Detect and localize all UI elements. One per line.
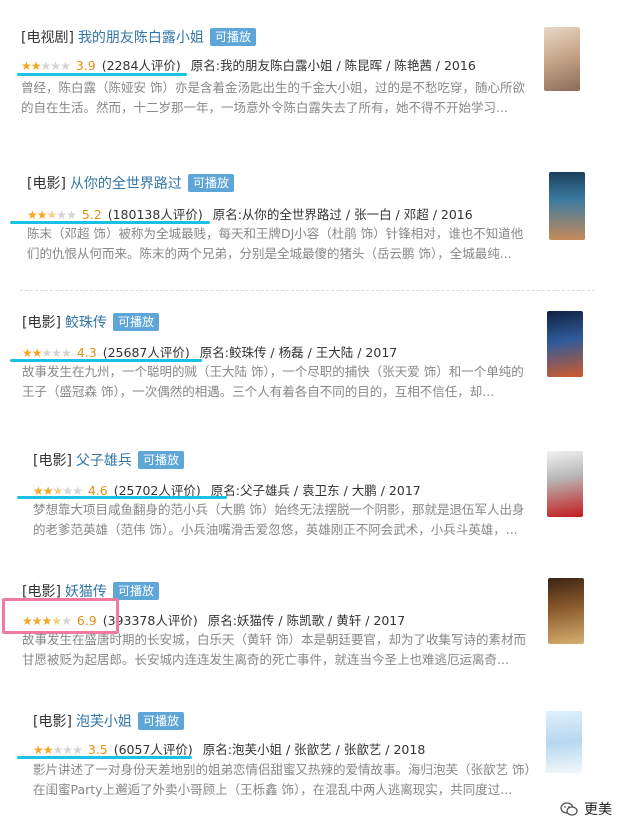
original-name-meta: 原名:泡芙小姐 / 张歆艺 / 张歆艺 / 2018 bbox=[202, 742, 426, 757]
playable-badge[interactable]: 可播放 bbox=[112, 313, 159, 331]
playable-badge[interactable]: 可播放 bbox=[209, 28, 256, 46]
category-label: [电影] bbox=[33, 714, 72, 730]
vote-count: (6057人评价) bbox=[113, 742, 193, 757]
original-name-meta: 原名:妖猫传 / 陈凯歌 / 黄轩 / 2017 bbox=[207, 613, 406, 628]
highlight-box bbox=[2, 598, 119, 634]
category-label: [电影] bbox=[27, 176, 66, 192]
title-row: [电影] 泡芙小姐 可播放 bbox=[33, 711, 184, 731]
original-name-meta: 原名:鲛珠传 / 杨磊 / 王大陆 / 2017 bbox=[199, 345, 398, 360]
original-name-meta: 原名:我的朋友陈白露小姐 / 陈昆晖 / 陈艳茜 / 2016 bbox=[190, 58, 476, 73]
description: 影片讲述了一对身份天差地别的姐弟恋情侣甜蜜又热辣的爱情故事。海归泡芙（张歆艺 饰… bbox=[33, 762, 531, 797]
playable-badge[interactable]: 可播放 bbox=[187, 174, 234, 192]
poster-image[interactable] bbox=[546, 711, 582, 773]
rating-value: 4.3 bbox=[76, 345, 97, 360]
title-link[interactable]: 我的朋友陈白露小姐 bbox=[78, 30, 204, 46]
title-row: [电视剧] 我的朋友陈白露小姐 可播放 bbox=[21, 27, 256, 47]
annotation-underline bbox=[17, 756, 192, 759]
description: 陈末（邓超 饰）被称为全城最贱，每天和王牌DJ小容（杜鹃 饰）针锋相对，谁也不知… bbox=[27, 226, 524, 261]
playable-badge[interactable]: 可播放 bbox=[112, 582, 159, 600]
description: 故事发生在九州，一个聪明的贼（王大陆 饰），一个尽职的捕快（张天爱 饰）和一个单… bbox=[22, 364, 524, 399]
rating-value: 5.2 bbox=[81, 207, 102, 222]
category-label: [电视剧] bbox=[21, 30, 74, 46]
title-row: [电影] 从你的全世界路过 可播放 bbox=[27, 173, 234, 193]
poster-image[interactable] bbox=[544, 27, 580, 91]
wechat-icon bbox=[560, 802, 578, 816]
description: 故事发生在盛唐时期的长安城，白乐天（黄轩 饰）本是朝廷要官，却为了收集写诗的素材… bbox=[22, 632, 526, 667]
vote-count: (180138人评价) bbox=[107, 207, 203, 222]
playable-badge[interactable]: 可播放 bbox=[137, 712, 184, 730]
category-label: [电影] bbox=[33, 453, 72, 469]
annotation-underline bbox=[17, 73, 187, 76]
watermark-text: 更美 bbox=[584, 802, 612, 818]
poster-image[interactable] bbox=[549, 172, 585, 240]
separator bbox=[20, 290, 595, 291]
original-name-meta: 原名:从你的全世界路过 / 张一白 / 邓超 / 2016 bbox=[212, 207, 473, 222]
watermark: 更美 bbox=[560, 799, 612, 819]
star-rating-icon: ★★★★★ bbox=[33, 743, 83, 757]
vote-count: (25687人评价) bbox=[102, 345, 190, 360]
playable-badge[interactable]: 可播放 bbox=[137, 451, 184, 469]
title-link[interactable]: 鲛珠传 bbox=[65, 315, 107, 331]
title-link[interactable]: 泡芙小姐 bbox=[76, 714, 132, 730]
poster-image[interactable] bbox=[547, 311, 583, 377]
title-link[interactable]: 从你的全世界路过 bbox=[70, 176, 182, 192]
annotation-underline bbox=[17, 496, 227, 499]
star-rating-icon: ★★★★★ bbox=[22, 346, 72, 360]
vote-count: (2284人评价) bbox=[101, 58, 181, 73]
rating-value: 3.5 bbox=[87, 742, 108, 757]
title-row: [电影] 父子雄兵 可播放 bbox=[33, 450, 184, 470]
description: 曾经，陈白露（陈娅安 饰）亦是含着金汤匙出生的千金大小姐，过的是不愁吃穿，随心所… bbox=[21, 80, 525, 115]
title-link[interactable]: 父子雄兵 bbox=[76, 453, 132, 469]
description: 梦想靠大项目咸鱼翻身的范小兵（大鹏 饰）始终无法摆脱一个阴影，那就是退伍军人出身… bbox=[33, 502, 525, 537]
title-row: [电影] 鲛珠传 可播放 bbox=[22, 312, 159, 332]
poster-image[interactable] bbox=[547, 451, 583, 517]
star-rating-icon: ★★★★★ bbox=[21, 59, 71, 73]
rating-row: ★★★★★ 3.9 (2284人评价) 原名:我的朋友陈白露小姐 / 陈昆晖 / 陈艳… bbox=[21, 55, 476, 74]
category-label: [电影] bbox=[22, 315, 61, 331]
original-name-meta: 原名:父子雄兵 / 袁卫东 / 大鹏 / 2017 bbox=[210, 483, 421, 498]
poster-image[interactable] bbox=[548, 578, 584, 644]
star-rating-icon: ★★★★★ bbox=[27, 208, 77, 222]
rating-value: 3.9 bbox=[75, 58, 96, 73]
